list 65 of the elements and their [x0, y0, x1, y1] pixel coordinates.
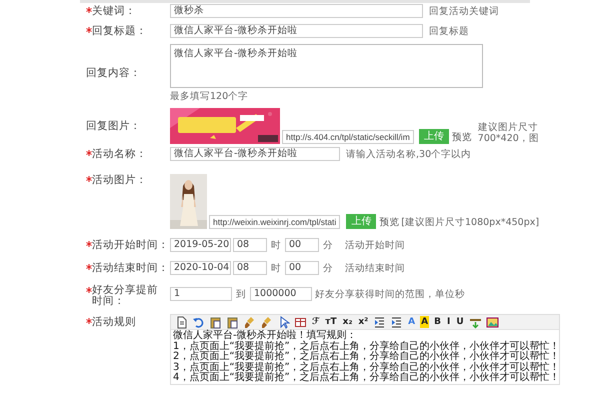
unit-label: 分	[323, 238, 333, 252]
hint-text: 建议图片尺寸700*420，图	[478, 122, 540, 144]
input-field[interactable]: 微信人家平台-微秒杀开始啦	[170, 147, 340, 161]
field-label: 好友分享提前时间：	[92, 285, 159, 307]
input-field[interactable]: http://s.404.cn/tpl/static/seckill/im	[282, 130, 414, 144]
input-field[interactable]: 2019-05-20	[170, 238, 231, 252]
clipboard-icon[interactable]	[209, 316, 222, 328]
hint-text: 回复活动关键词	[429, 4, 499, 18]
field-label: 活动开始时间：	[92, 238, 169, 252]
input-field[interactable]: 08	[233, 238, 267, 252]
toolbar-button[interactable]: U	[455, 316, 465, 328]
text-area[interactable]: 微信人家平台-微秒杀开始啦	[170, 44, 483, 88]
text-line: 微信人家平台-微秒杀开始啦！填写规则：	[173, 331, 358, 341]
hint-text: [建议图片尺寸1080px*450px]	[401, 216, 540, 229]
undo-icon[interactable]	[192, 316, 205, 328]
text-line: 4，点页面上“我要提前抢”，之后点右上角，分享给自己的小伙伴，小伙伴才可以帮忙！	[173, 373, 557, 384]
hint-text: 回复标题	[429, 24, 469, 38]
hint-text: 活动结束时间	[345, 262, 405, 274]
input-field[interactable]: 08	[233, 261, 267, 275]
hint-text: 好友分享获得时间的范围，单位秒	[315, 288, 465, 300]
clipboard-icon[interactable]	[226, 316, 239, 328]
text-line: 3，点页面上“我要提前抢”，之后点右上角，分享给自己的小伙伴，小伙伴才可以帮忙！	[173, 362, 557, 373]
field-label: 回复图片：	[86, 120, 141, 132]
field-label: 活动名称：	[92, 148, 147, 160]
input-field[interactable]: 1000000	[250, 287, 312, 301]
input-field[interactable]: 2020-10-04	[170, 261, 231, 275]
toolbar-button[interactable]: ᴛT	[324, 316, 338, 328]
text-line: 2，点页面上“我要提前抢”，之后点右上角，分享给自己的小伙伴，小伙伴才可以帮忙！	[173, 352, 557, 362]
preview-link[interactable]: 预览	[379, 216, 400, 229]
field-label: 回复内容：	[86, 67, 141, 80]
font-color-button[interactable]: A	[407, 316, 416, 328]
field-label: 回复标题：	[92, 24, 147, 38]
hint-text: 最多填写120个字	[170, 90, 250, 103]
indent-icon[interactable]	[373, 316, 386, 328]
input-field[interactable]: http://weixin.weixinrj.com/tpl/stati	[209, 215, 340, 229]
preview-link[interactable]: 预览	[452, 131, 472, 144]
image-icon[interactable]	[486, 316, 499, 328]
field-label: 活动结束时间：	[92, 262, 169, 274]
rich-text-editor[interactable]: 微信人家平台-微秒杀开始啦！填写规则： 1，点页面上“我要提前抢”，之后点右上角，分享给自己的小伙伴，小伙伴才可以帮忙！ 2，点页面上“我要提前抢”，之后点右上角，分享给自己的小伙伴，小伙伴才可以帮忙！ 3，点页面上“我要提前抢”，之后点右上角，分享给自己的小伙伴，小伙伴才可以帮忙！ 4，点页面上“我要提前抢”，之后点右上角，分享给自己的小伙伴，小伙伴才可以帮忙！	[171, 330, 559, 384]
text-line: 1，点页面上“我要提前抢”，之后点右上角，分享给自己的小伙伴，小伙伴才可以帮忙！	[173, 342, 557, 352]
input-field[interactable]: 00	[285, 238, 319, 252]
toolbar-button[interactable]: I	[446, 316, 452, 328]
unit-label: 时	[271, 262, 281, 274]
range-separator: 到	[236, 288, 246, 300]
input-field[interactable]: 微秒杀	[170, 4, 423, 18]
input-field[interactable]: 微信人家平台-微秒杀开始啦	[170, 24, 423, 38]
input-field[interactable]: 00	[285, 261, 319, 275]
field-label: 活动规则	[92, 316, 136, 329]
highlight-button[interactable]: A	[420, 316, 430, 328]
toolbar-button[interactable]: ℱ	[311, 316, 320, 328]
hint-text: 请输入活动名称,30个字以内	[346, 148, 472, 160]
field-label: 关键词：	[92, 4, 136, 18]
table-icon[interactable]	[294, 316, 307, 328]
toolbar-button[interactable]: B	[433, 316, 442, 328]
input-field[interactable]: 1	[170, 287, 232, 301]
field-label: 活动图片：	[92, 174, 147, 187]
page-icon[interactable]	[175, 316, 188, 328]
toolbar-button[interactable]: x²	[357, 316, 370, 328]
brush-icon[interactable]	[243, 316, 256, 328]
unit-label: 分	[323, 262, 333, 274]
indent-icon[interactable]	[390, 316, 404, 328]
hint-text: 活动开始时间	[345, 238, 405, 252]
brush-icon[interactable]	[260, 316, 273, 328]
toolbar-button[interactable]: x₂	[342, 316, 354, 328]
unit-label: 时	[271, 238, 281, 252]
